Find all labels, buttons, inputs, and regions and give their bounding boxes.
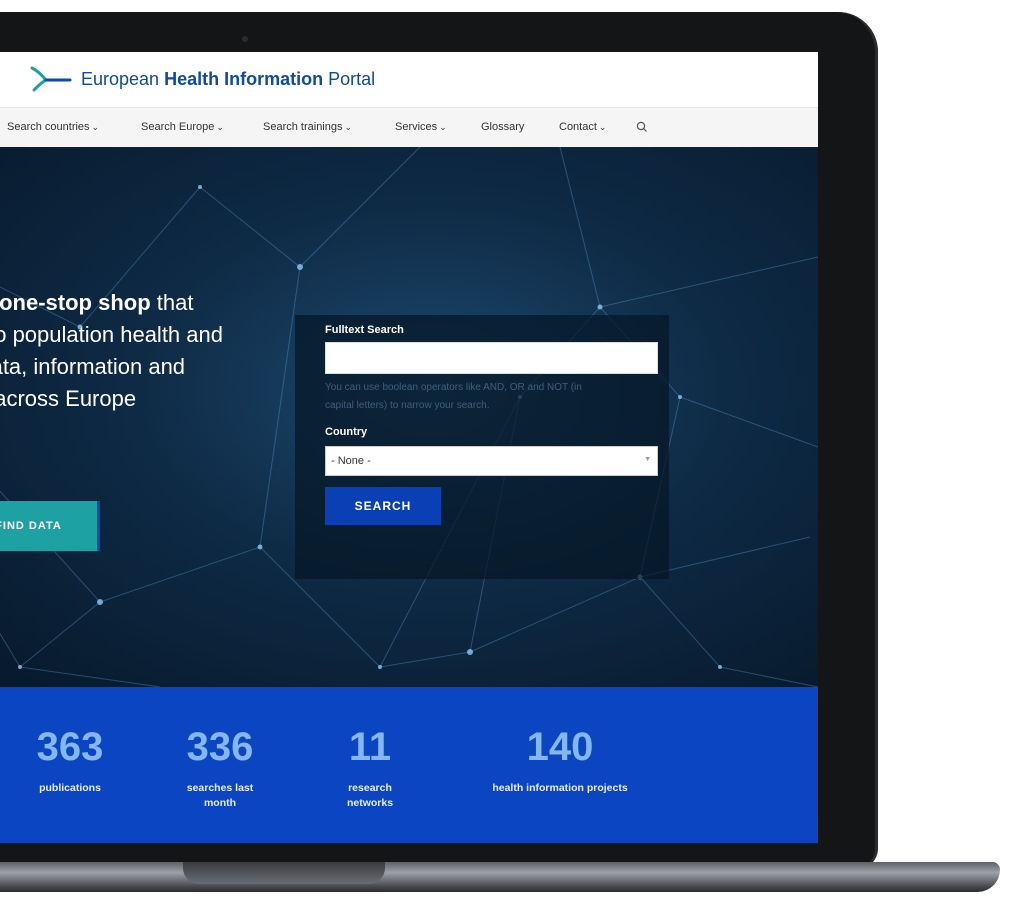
stat-publications[interactable]: 363 publications [30, 723, 110, 796]
search-help-text: You can use boolean operators like AND, … [325, 382, 582, 411]
site-header: European Health Information Portal [0, 52, 818, 107]
nav-item-services[interactable]: Services ⌄ [395, 121, 447, 133]
stat-health-projects[interactable]: 140 health information projects [470, 723, 650, 796]
search-icon[interactable] [636, 120, 648, 138]
laptop-base [0, 862, 1000, 892]
nav-item-contact[interactable]: Contact ⌄ [559, 121, 606, 133]
site-logo[interactable]: European Health Information Portal [30, 66, 375, 92]
nav-item-search-europe[interactable]: Search Europe ⌄ [141, 121, 224, 133]
chevron-down-icon: ⌄ [598, 122, 607, 132]
webcam [242, 36, 248, 42]
chevron-down-icon: ⌄ [439, 122, 447, 132]
laptop-hinge-notch [183, 862, 385, 884]
hero-tagline: the one-stop shop that ss to population … [0, 290, 223, 411]
stat-searches[interactable]: 336 searches last month [170, 723, 270, 811]
chevron-down-icon: ⌄ [91, 122, 100, 132]
nav-item-search-countries[interactable]: Search countries ⌄ [7, 121, 99, 133]
country-select[interactable]: - None - ▼ [325, 446, 658, 476]
hero-banner: the one-stop shop that ss to population … [0, 147, 818, 687]
main-navigation: 9 Search countries⌄ Search Europe⌄ Searc… [0, 107, 818, 148]
fulltext-search-input[interactable] [325, 342, 658, 374]
country-label: Country [325, 426, 368, 438]
stat-research-networks[interactable]: 11 research networks [330, 723, 410, 811]
find-data-button[interactable]: FIND DATA [0, 501, 100, 551]
search-button[interactable]: SEARCH [325, 487, 441, 525]
chevron-down-icon: ⌄ [216, 122, 224, 132]
chevron-down-icon: ⌄ [344, 122, 353, 132]
browser-viewport: European Health Information Portal 9 Sea… [0, 52, 818, 843]
fulltext-search-label: Fulltext Search [325, 324, 404, 336]
stats-bar: 363 publications 336 searches last month … [0, 687, 818, 843]
portal-logo-icon [30, 66, 72, 92]
site-title: European Health Information Portal [81, 68, 376, 89]
nav-item-search-trainings[interactable]: Search trainings ⌄ [263, 121, 352, 133]
search-panel: Fulltext Search You can use boolean oper… [295, 315, 669, 579]
nav-item-glossary[interactable]: Glossary [481, 121, 524, 133]
laptop-frame: European Health Information Portal 9 Sea… [0, 12, 878, 870]
dropdown-arrow-icon: ▼ [644, 456, 651, 463]
